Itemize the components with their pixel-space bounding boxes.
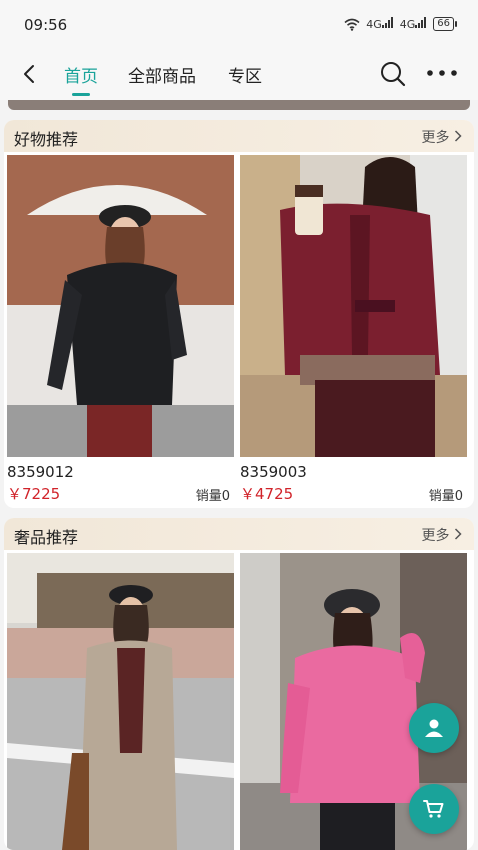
product-code: 8359003	[240, 463, 307, 481]
cart-icon	[423, 800, 444, 818]
user-fab-button[interactable]	[409, 703, 459, 753]
cart-fab-button[interactable]	[409, 784, 459, 834]
signal-icon-1: 4G	[366, 17, 394, 31]
more-link[interactable]: 更多	[422, 525, 462, 545]
product-price: ￥4725	[240, 485, 294, 503]
section-luxury-picks: 奢品推荐 更多	[4, 518, 474, 850]
back-arrow-icon[interactable]	[16, 60, 44, 88]
search-icon[interactable]	[378, 59, 408, 89]
product-price: ￥7225	[7, 485, 61, 503]
product-image[interactable]	[7, 553, 234, 850]
status-time: 09:56	[24, 16, 68, 34]
section-header: 好物推荐 更多	[4, 120, 474, 152]
product-image[interactable]	[240, 155, 467, 457]
nav-bar: 首页 全部商品 专区	[0, 50, 478, 100]
status-bar: 09:56 4G 4G 66	[0, 0, 478, 50]
more-link[interactable]: 更多	[422, 127, 462, 147]
product-code: 8359012	[7, 463, 74, 481]
section-header: 奢品推荐 更多	[4, 518, 474, 550]
more-dots-icon[interactable]	[424, 60, 464, 86]
wifi-icon	[344, 18, 360, 31]
product-card[interactable]	[7, 553, 234, 850]
product-card[interactable]: 8359012 ￥7225 销量0	[7, 155, 234, 505]
battery-icon: 66	[433, 17, 457, 31]
tab-home[interactable]: 首页	[64, 62, 98, 96]
status-icons: 4G 4G 66	[344, 17, 457, 31]
tab-active-indicator	[72, 93, 90, 96]
product-sales: 销量0	[428, 489, 463, 504]
tab-all-products[interactable]: 全部商品	[128, 62, 196, 87]
chevron-right-icon	[454, 130, 462, 142]
product-sales: 销量0	[195, 489, 230, 504]
banner-image-edge[interactable]	[8, 100, 470, 110]
product-image[interactable]	[7, 155, 234, 457]
product-card[interactable]: 8359003 ￥4725 销量0	[240, 155, 467, 505]
section-title: 奢品推荐	[14, 528, 79, 547]
tab-zone[interactable]: 专区	[228, 62, 262, 87]
chevron-right-icon	[454, 528, 462, 540]
section-good-picks: 好物推荐 更多 8359012 ￥7225 销量0 8359003 ￥4725 …	[4, 120, 474, 508]
user-icon	[425, 719, 443, 737]
signal-icon-2: 4G	[400, 17, 428, 31]
section-title: 好物推荐	[14, 130, 79, 149]
